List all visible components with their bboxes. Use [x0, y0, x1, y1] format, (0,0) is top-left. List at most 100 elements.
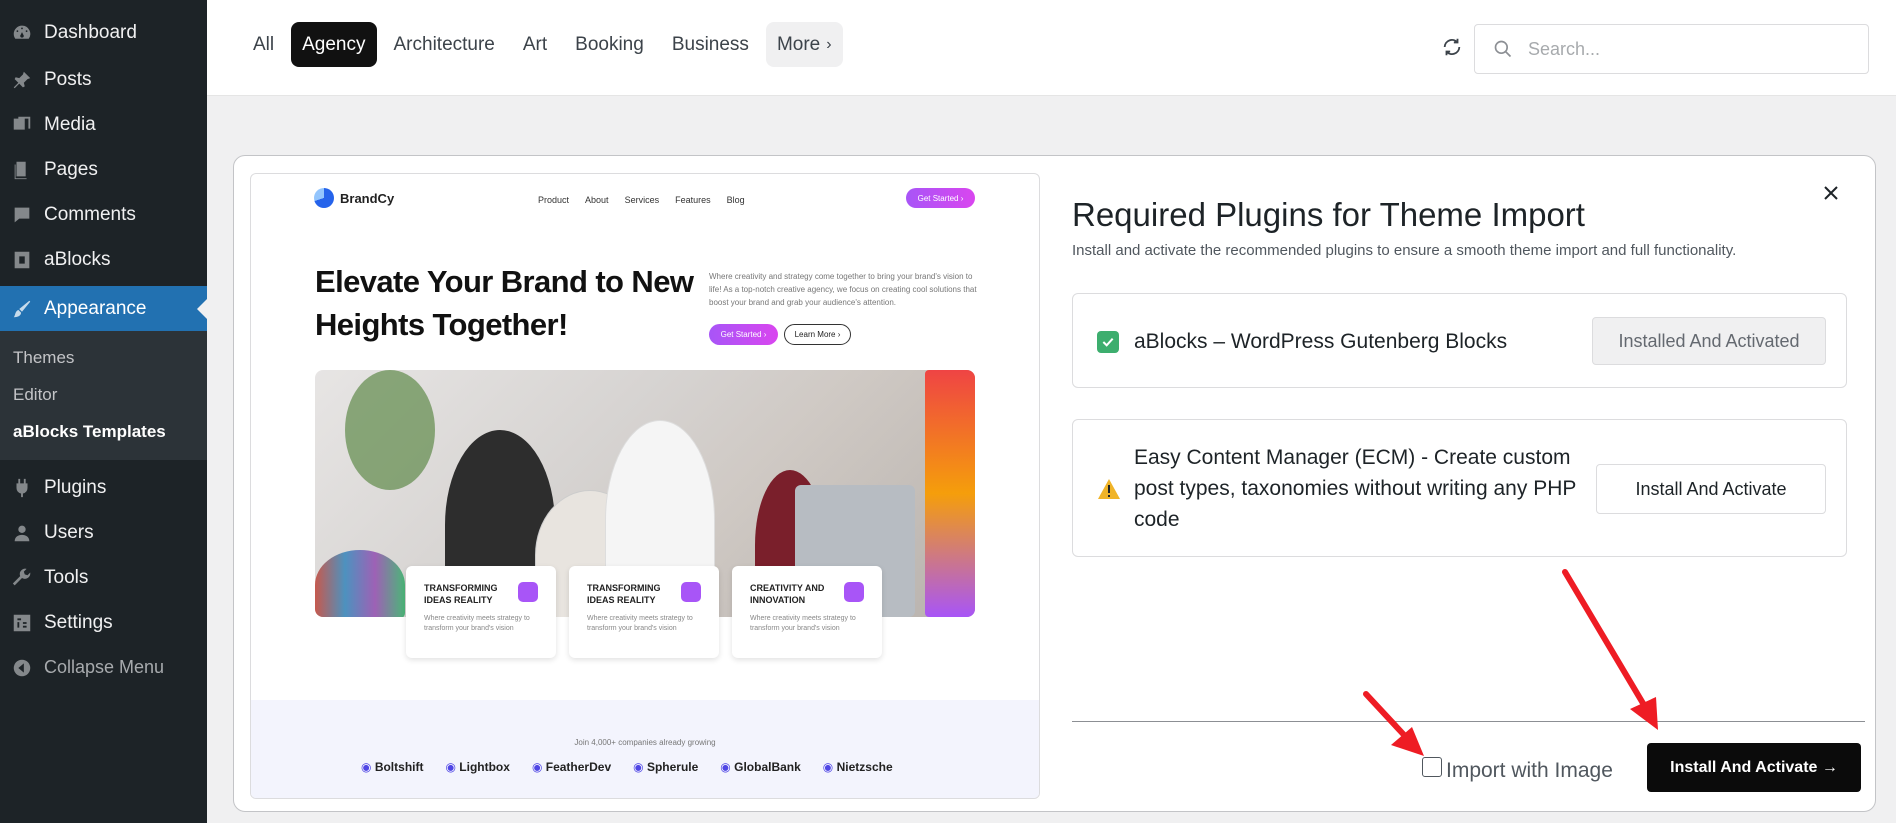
sidebar-item-ablocks[interactable]: aBlocks [0, 237, 207, 282]
sidebar-item-label: Media [44, 113, 96, 135]
company-logo: GlobalBank [720, 760, 801, 774]
preview-nav-link: Features [675, 195, 711, 205]
template-filter-bar: All Agency Architecture Art Booking Busi… [207, 0, 1896, 96]
target-icon [681, 582, 701, 602]
sidebar-item-comments[interactable]: Comments [0, 192, 207, 237]
preview-logo: BrandCy [314, 188, 394, 208]
pin-icon [10, 68, 34, 92]
preview-logo-strip: Join 4,000+ companies already growing Bo… [251, 700, 1039, 798]
card-title: TRANSFORMING IDEAS REALITY [424, 583, 498, 605]
preview-nav: BrandCy Product About Services Features … [251, 174, 1039, 224]
fabric-shape [925, 370, 975, 617]
category-tabs: All Agency Architecture Art Booking Busi… [242, 22, 843, 67]
comment-icon [10, 203, 34, 227]
preview-feature-card: CREATIVITY AND INNOVATION Where creativit… [732, 566, 882, 658]
collapse-icon [10, 656, 34, 680]
preview-feature-card: TRANSFORMING IDEAS REALITY Where creativi… [406, 566, 556, 658]
preview-nav-link: Product [538, 195, 570, 205]
brand-logo-icon [314, 188, 334, 208]
plant-shape [345, 370, 435, 490]
appearance-submenu: Themes Editor aBlocks Templates [0, 331, 207, 460]
tab-more-label: More [776, 33, 821, 55]
tab-agency[interactable]: Agency [291, 22, 377, 67]
sidebar-collapse-menu[interactable]: Collapse Menu [0, 645, 207, 690]
card-desc: Where creativity meets strategy to trans… [750, 615, 856, 632]
sidebar-top-spacer [0, 0, 207, 10]
preview-learn-more: Learn More › [784, 324, 851, 345]
tab-architecture[interactable]: Architecture [383, 22, 506, 67]
ablocks-icon [10, 248, 34, 272]
sidebar-item-label: Posts [44, 68, 92, 90]
preview-description: Where creativity and strategy come toget… [709, 272, 977, 307]
tab-booking[interactable]: Booking [564, 22, 655, 67]
thread-spools-shape [315, 550, 405, 617]
modal-subtitle: Install and activate the recommended plu… [1072, 242, 1737, 259]
close-icon[interactable] [1819, 181, 1843, 205]
plugin-card-ecm: Easy Content Manager (ECM) - Create cust… [1072, 419, 1847, 557]
sidebar-item-label: Tools [44, 566, 89, 588]
check-icon [1097, 331, 1119, 353]
tab-art[interactable]: Art [512, 22, 558, 67]
tab-more[interactable]: More › [765, 22, 843, 67]
dashboard-icon [10, 21, 34, 45]
warning-icon [1098, 479, 1120, 499]
preview-get-started: Get Started › [709, 324, 778, 345]
install-activate-button[interactable]: Install And Activate → [1647, 743, 1861, 792]
sidebar-collapse-label: Collapse Menu [44, 657, 165, 677]
media-icon [10, 113, 34, 137]
sidebar-item-settings[interactable]: Settings [0, 600, 207, 645]
company-logo: FeatherDev [532, 760, 611, 774]
install-activate-plugin-button[interactable]: Install And Activate [1596, 464, 1826, 514]
required-plugins-modal: BrandCy Product About Services Features … [233, 155, 1876, 812]
company-logo: Boltshift [361, 760, 424, 774]
sidebar-item-label: Settings [44, 611, 113, 633]
refresh-icon[interactable] [1441, 36, 1463, 58]
tab-all[interactable]: All [242, 22, 285, 67]
sidebar-item-posts[interactable]: Posts [0, 57, 207, 102]
installed-activated-button[interactable]: Installed And Activated [1592, 317, 1826, 365]
submenu-item-editor[interactable]: Editor [0, 376, 207, 413]
sidebar-item-plugins[interactable]: Plugins [0, 465, 207, 510]
sidebar-item-users[interactable]: Users [0, 510, 207, 555]
admin-sidebar: Dashboard Posts Media Pages Comments aBl… [0, 0, 207, 823]
sidebar-item-tools[interactable]: Tools [0, 555, 207, 600]
modal-title: Required Plugins for Theme Import [1072, 196, 1585, 233]
preview-join-text: Join 4,000+ companies already growing [574, 738, 716, 747]
preview-nav-links: Product About Services Features Blog [538, 195, 745, 205]
sidebar-item-pages[interactable]: Pages [0, 147, 207, 192]
search-box [1474, 24, 1869, 74]
company-logo: Spherule [633, 760, 698, 774]
sidebar-item-appearance[interactable]: Appearance [0, 286, 207, 331]
sidebar-item-media[interactable]: Media [0, 102, 207, 147]
preview-company-logos: Boltshift Lightbox FeatherDev Spherule G… [361, 760, 893, 774]
preview-feature-cards: TRANSFORMING IDEAS REALITY Where creativi… [406, 566, 882, 658]
preview-cta: Get Started › [906, 188, 975, 208]
search-input[interactable] [1528, 38, 1848, 60]
sidebar-item-label: Pages [44, 158, 98, 180]
search-icon [1494, 40, 1512, 58]
plugin-card-ablocks: aBlocks – WordPress Gutenberg Blocks Ins… [1072, 293, 1847, 388]
settings-icon [10, 611, 34, 635]
import-with-image-option[interactable]: Import with Image [1422, 755, 1613, 782]
sidebar-item-dashboard[interactable]: Dashboard [0, 10, 207, 55]
chevron-right-icon: › [826, 35, 832, 53]
submenu-item-themes[interactable]: Themes [0, 339, 207, 376]
tab-business[interactable]: Business [661, 22, 760, 67]
submenu-item-ablocks-templates[interactable]: aBlocks Templates [0, 413, 207, 450]
wrench-icon [10, 566, 34, 590]
company-logo: Nietzsche [823, 760, 893, 774]
modal-divider [1072, 721, 1865, 722]
sidebar-item-label: aBlocks [44, 248, 111, 270]
bulb-icon [844, 582, 864, 602]
sidebar-item-label: Appearance [44, 297, 147, 319]
plugin-icon [10, 476, 34, 500]
sidebar-item-label: Plugins [44, 476, 107, 498]
import-with-image-label: Import with Image [1446, 759, 1613, 782]
preview-headline: Elevate Your Brand to New Heights Togeth… [315, 264, 694, 342]
card-title: CREATIVITY AND INNOVATION [750, 583, 825, 605]
preview-feature-card: TRANSFORMING IDEAS REALITY Where creativi… [569, 566, 719, 658]
template-preview: BrandCy Product About Services Features … [250, 173, 1040, 799]
import-with-image-checkbox[interactable] [1422, 757, 1442, 777]
sidebar-item-label: Comments [44, 203, 136, 225]
user-icon [10, 521, 34, 545]
